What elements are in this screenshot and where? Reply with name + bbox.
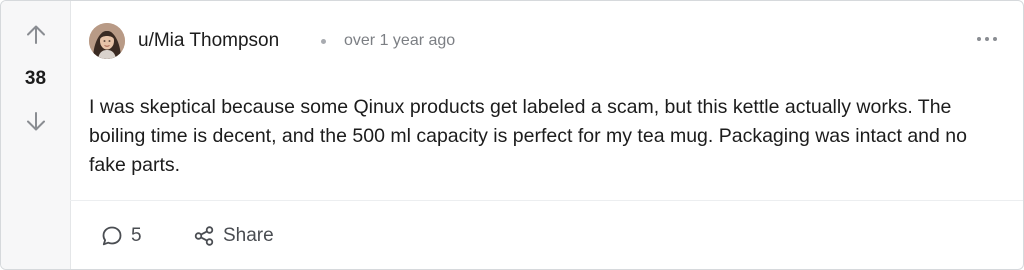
upvote-button[interactable]	[23, 22, 49, 48]
comment-bubble-icon	[102, 226, 122, 246]
comment-count: 5	[131, 225, 142, 246]
avatar[interactable]	[89, 23, 125, 59]
comments-button[interactable]: 5	[101, 223, 142, 249]
share-label: Share	[223, 225, 274, 246]
vote-count: 38	[24, 68, 47, 89]
more-options-button[interactable]	[973, 29, 1001, 49]
comment-card: 38 u/Mia Thompson over 1 year ago I was …	[0, 0, 1024, 270]
comment-body: I was skeptical because some Qinux produ…	[89, 96, 967, 176]
share-icon	[194, 226, 214, 246]
footer-divider	[70, 200, 1023, 201]
vote-rail: 38	[1, 1, 71, 269]
share-button[interactable]: Share	[193, 223, 274, 249]
separator-dot	[321, 39, 326, 44]
more-horizontal-icon	[977, 37, 997, 41]
arrow-up-icon	[27, 25, 45, 44]
user-avatar-icon	[89, 23, 125, 59]
downvote-button[interactable]	[23, 108, 49, 134]
author-username[interactable]: u/Mia Thompson	[138, 29, 279, 53]
arrow-down-icon	[27, 112, 45, 131]
post-timestamp: over 1 year ago	[344, 32, 456, 49]
